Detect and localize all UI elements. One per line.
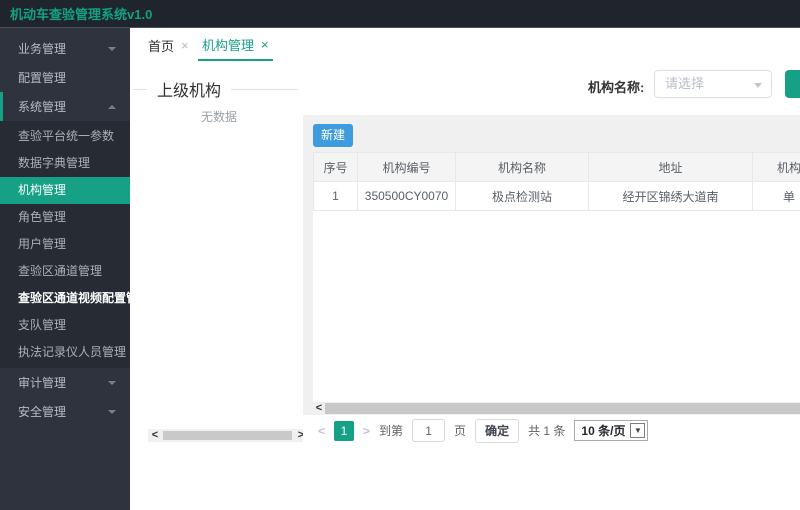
sidebar-item-detachment-management[interactable]: 支队管理	[0, 312, 130, 339]
prev-page-button[interactable]: <	[318, 424, 325, 438]
chevron-down-icon	[108, 409, 116, 414]
chevron-down-icon	[108, 380, 116, 385]
tab-close-icon[interactable]: ×	[181, 38, 189, 53]
sidebar-item-lane-video-config[interactable]: 查验区通道视频配置管理	[0, 285, 130, 312]
sidebar-item-recorder-personnel[interactable]: 执法记录仪人员管理	[0, 339, 130, 366]
sidebar-item-lane-management[interactable]: 查验区通道管理	[0, 258, 130, 285]
total-count-label: 共 1 条	[528, 424, 566, 438]
col-header-org-name: 机构名称	[455, 152, 589, 182]
sidebar-item-org-management[interactable]: 机构管理	[0, 177, 130, 204]
tab-label: 机构管理	[202, 37, 255, 53]
sidebar-group-business[interactable]: 业务管理	[0, 34, 130, 63]
scrollbar-thumb[interactable]	[325, 403, 800, 414]
org-table-wrapper: 序号 机构编号 机构名称 地址 机构 1 350500CY0070 极点检测站 …	[313, 152, 800, 402]
cell-seq: 1	[313, 181, 358, 211]
search-button[interactable]	[785, 70, 800, 98]
tab-close-icon[interactable]: ×	[261, 37, 269, 52]
org-table: 序号 机构编号 机构名称 地址 机构 1 350500CY0070 极点检测站 …	[313, 152, 800, 211]
col-header-org-code: 机构编号	[357, 152, 456, 182]
select-placeholder: 请选择	[665, 76, 705, 91]
sidebar-item-user-management[interactable]: 用户管理	[0, 231, 130, 258]
tab-org-management[interactable]: 机构管理 ×	[198, 29, 273, 61]
app-title: 机动车查验管理系统v1.0	[10, 7, 153, 22]
tree-horizontal-scrollbar[interactable]: < >	[148, 429, 308, 442]
cell-org-type: 单	[752, 181, 800, 211]
sidebar-item-platform-params[interactable]: 查验平台统一参数	[0, 123, 130, 150]
page-size-value: 10 条/页	[581, 424, 626, 438]
sidebar-item-role-management[interactable]: 角色管理	[0, 204, 130, 231]
divider	[133, 88, 147, 90]
chevron-down-icon	[108, 46, 116, 51]
sidebar-group-audit[interactable]: 审计管理	[0, 368, 130, 397]
cell-org-name: 极点检测站	[455, 181, 589, 211]
confirm-button[interactable]: 确定	[475, 418, 520, 443]
sidebar-group-label: 安全管理	[18, 405, 67, 419]
parent-org-title: 上级机构	[157, 83, 222, 100]
divider	[231, 88, 298, 90]
org-name-label: 机构名称:	[588, 80, 645, 95]
table-horizontal-scrollbar[interactable]: <	[313, 402, 800, 415]
col-header-org-type: 机构	[752, 152, 800, 182]
cell-address: 经开区锦绣大道南	[588, 181, 753, 211]
scrollbar-thumb[interactable]	[163, 431, 292, 440]
sidebar-group-config[interactable]: 配置管理	[0, 63, 130, 92]
page-size-select[interactable]: 10 条/页 ▼	[574, 420, 649, 441]
sidebar: 业务管理 配置管理 系统管理 查验平台统一参数 数据字典管理 机构管理 角色管理…	[0, 28, 130, 510]
table-row[interactable]: 1 350500CY0070 极点检测站 经开区锦绣大道南 单	[313, 181, 800, 211]
goto-page-input[interactable]	[412, 419, 446, 442]
sidebar-group-label: 业务管理	[18, 42, 67, 56]
page-unit-label: 页	[454, 424, 467, 438]
chevron-up-icon	[108, 104, 116, 109]
tree-empty-text: 无数据	[200, 110, 237, 124]
sidebar-group-security[interactable]: 安全管理	[0, 397, 130, 426]
tab-label: 首页	[148, 38, 175, 54]
chevron-down-icon: ▼	[630, 423, 646, 438]
sidebar-group-label: 审计管理	[18, 376, 67, 390]
pagination-bar: < 1 > 到第 页 确定 共 1 条 10 条/页 ▼	[303, 415, 800, 446]
sidebar-item-data-dictionary[interactable]: 数据字典管理	[0, 150, 130, 177]
sidebar-submenu-system: 查验平台统一参数 数据字典管理 机构管理 角色管理 用户管理 查验区通道管理 查…	[0, 121, 130, 368]
col-header-address: 地址	[588, 152, 753, 182]
parent-org-legend: 上级机构	[133, 80, 298, 100]
tab-home[interactable]: 首页 ×	[148, 29, 189, 61]
goto-page-label: 到第	[379, 424, 404, 438]
scrollbar-track[interactable]	[162, 430, 294, 441]
new-button[interactable]: 新建	[313, 124, 354, 147]
org-table-panel: 新建 序号 机构编号 机构名称 地址 机构 1 350500CY0070 极点检…	[303, 115, 800, 415]
tab-bar: 首页 × 机构管理 ×	[130, 28, 800, 61]
chevron-down-icon	[754, 83, 762, 88]
scroll-left-icon[interactable]: <	[313, 402, 325, 415]
app-header: 机动车查验管理系统v1.0	[0, 0, 800, 28]
table-header-row: 序号 机构编号 机构名称 地址 机构	[313, 152, 800, 182]
sidebar-group-system[interactable]: 系统管理	[0, 92, 130, 121]
sidebar-group-label: 系统管理	[18, 100, 67, 114]
sidebar-group-label: 配置管理	[18, 71, 67, 85]
org-name-select[interactable]: 请选择	[654, 70, 772, 98]
col-header-seq: 序号	[313, 152, 358, 182]
scroll-left-icon[interactable]: <	[148, 429, 162, 442]
cell-org-code: 350500CY0070	[357, 181, 456, 211]
next-page-button[interactable]: >	[363, 424, 370, 438]
page-1-button[interactable]: 1	[334, 420, 355, 441]
